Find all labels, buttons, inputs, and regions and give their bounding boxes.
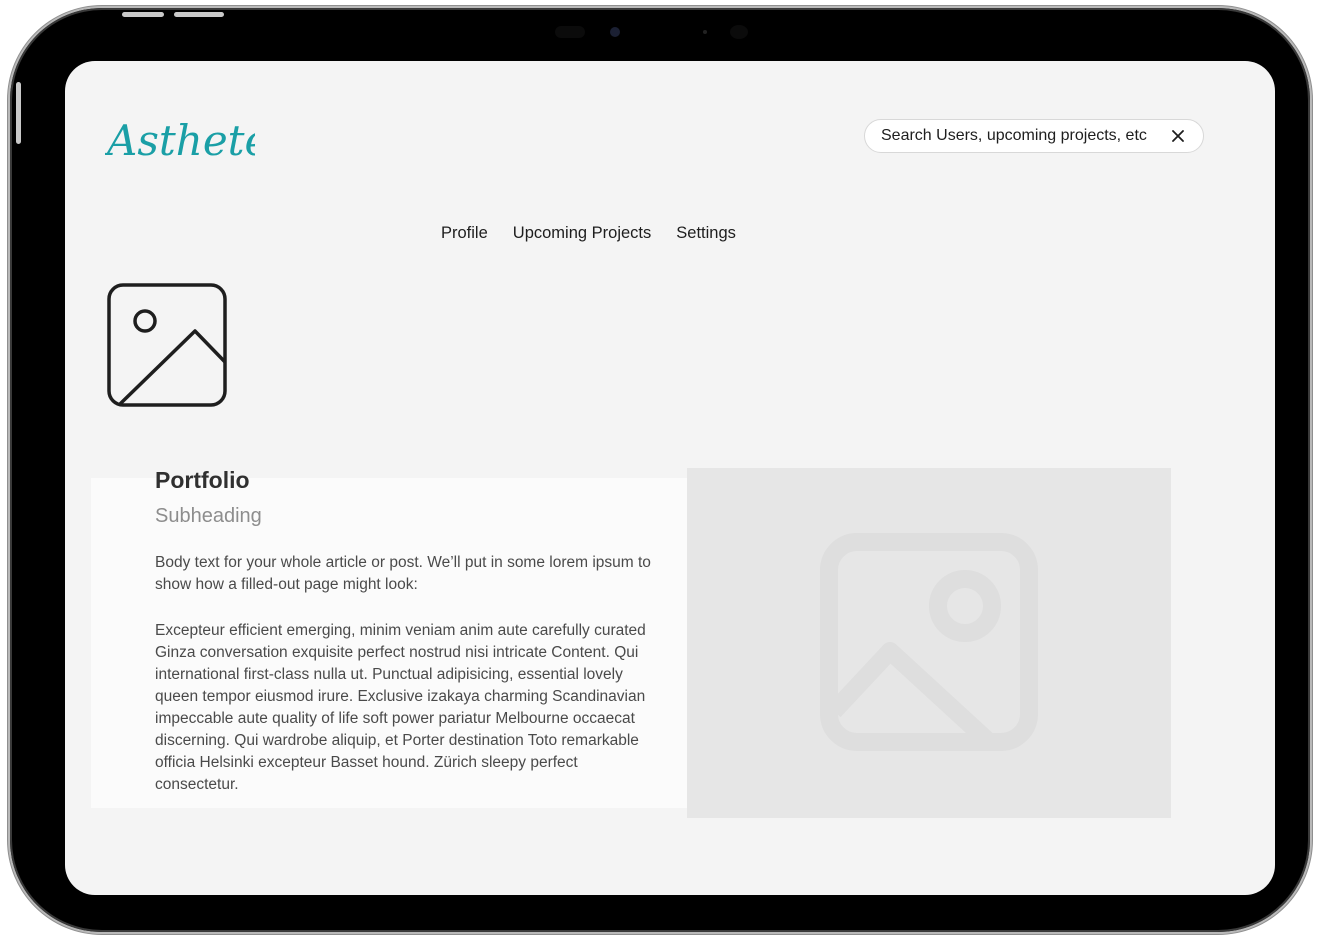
- front-camera-icon: [610, 27, 620, 37]
- side-button: [16, 82, 21, 144]
- clear-search-button[interactable]: [1169, 127, 1187, 145]
- logo-text: Asthete: [105, 116, 255, 165]
- search-input[interactable]: [881, 127, 1169, 145]
- article-title: Portfolio: [155, 467, 250, 493]
- nav-profile[interactable]: Profile: [441, 224, 488, 243]
- article-body-intro: Body text for your whole article or post…: [155, 554, 651, 593]
- power-button: [174, 12, 224, 17]
- nav-settings[interactable]: Settings: [676, 224, 736, 243]
- image-placeholder-icon: [820, 533, 1038, 751]
- nav-upcoming-projects[interactable]: Upcoming Projects: [513, 224, 651, 243]
- search-bar[interactable]: [864, 119, 1204, 153]
- app-screen: Asthete Profile Upcoming Projects Settin…: [65, 61, 1275, 895]
- profile-image-icon[interactable]: [107, 283, 229, 409]
- close-icon: [1172, 130, 1184, 142]
- article-body-main: Excepteur efficient emerging, minim veni…: [155, 622, 646, 793]
- article-subheading: Subheading: [155, 505, 262, 527]
- hero-image: [687, 468, 1171, 818]
- app-logo[interactable]: Asthete: [105, 105, 255, 175]
- tablet-frame: Asthete Profile Upcoming Projects Settin…: [10, 8, 1310, 932]
- main-nav: Profile Upcoming Projects Settings: [441, 224, 736, 243]
- volume-button: [122, 12, 164, 17]
- sensor-icon: [555, 26, 585, 38]
- proximity-sensor-icon: [730, 25, 748, 39]
- light-sensor-icon: [703, 30, 707, 34]
